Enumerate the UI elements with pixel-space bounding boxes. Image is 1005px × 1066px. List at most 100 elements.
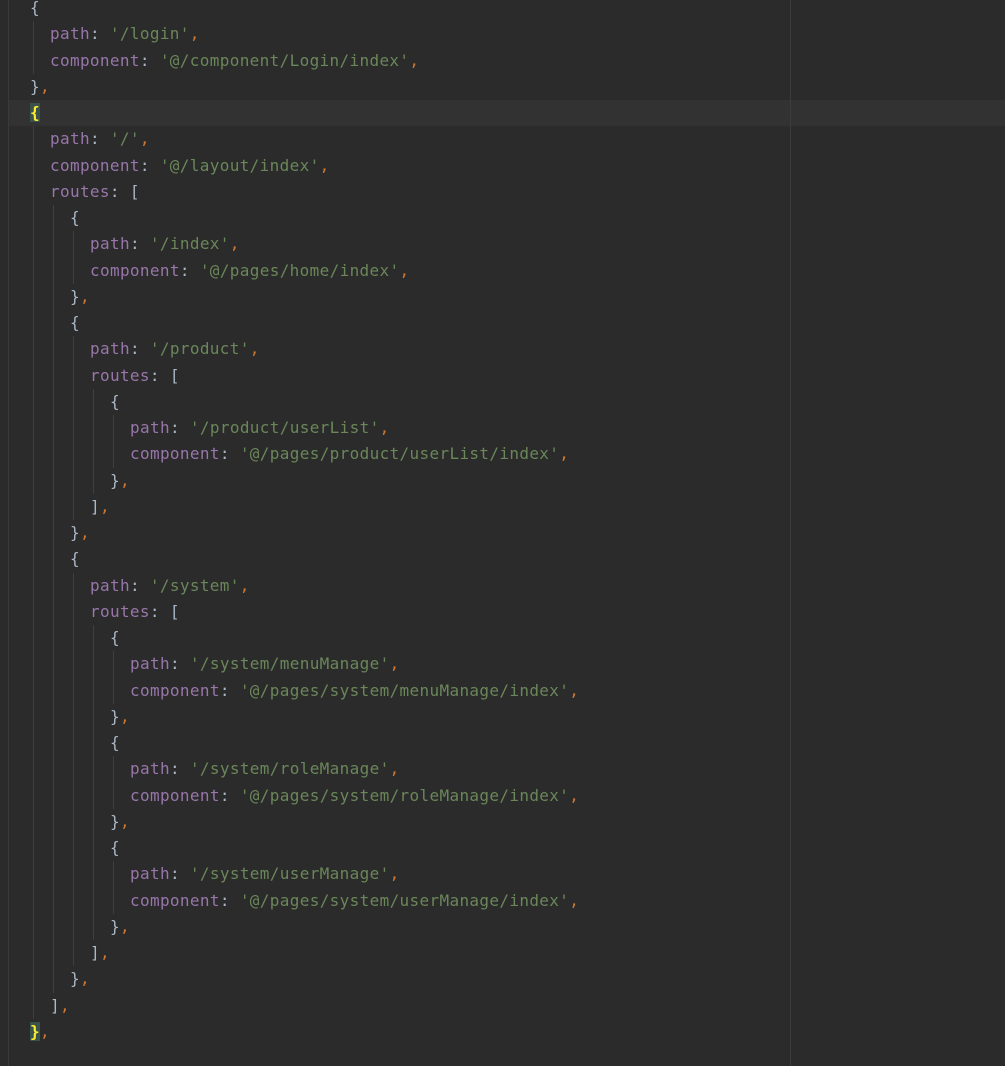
comma: ,	[79, 286, 90, 306]
code-line[interactable]: path: '/login',	[50, 21, 200, 47]
comma: ,	[99, 496, 110, 516]
bracket: }	[70, 286, 80, 306]
code-line[interactable]: {	[110, 389, 120, 415]
code-line[interactable]: },	[110, 704, 130, 730]
code-line[interactable]: component: '@/pages/system/menuManage/in…	[130, 678, 579, 704]
property-key: routes	[90, 601, 150, 621]
code-line[interactable]: component: '@/pages/product/userList/ind…	[130, 441, 569, 467]
code-line[interactable]: },	[30, 1019, 50, 1045]
property-key: path	[130, 759, 170, 779]
code-line[interactable]: component: '@/component/Login/index',	[50, 48, 419, 74]
punctuation: :	[129, 575, 150, 595]
string-literal: '/login'	[109, 24, 190, 44]
bracket: [	[169, 365, 180, 385]
code-line[interactable]: {	[30, 100, 40, 126]
bracket: {	[110, 391, 120, 411]
code-line[interactable]: {	[110, 625, 120, 651]
right-margin-guide	[790, 0, 791, 1066]
code-line[interactable]: component: '@/layout/index',	[50, 153, 330, 179]
code-line[interactable]: component: '@/pages/system/roleManage/in…	[130, 783, 579, 809]
code-line[interactable]: {	[110, 730, 120, 756]
code-line[interactable]: {	[110, 835, 120, 861]
code-line[interactable]: {	[30, 0, 40, 21]
code-line[interactable]: path: '/system/menuManage',	[130, 651, 400, 677]
bracket: }	[70, 523, 80, 542]
comma: ,	[119, 916, 130, 936]
string-literal: '/index'	[149, 234, 230, 254]
code-line[interactable]: {	[70, 310, 80, 336]
indent-guide	[73, 231, 74, 284]
code-line[interactable]: path: '/system',	[90, 573, 250, 599]
code-line[interactable]: routes: [	[50, 179, 140, 205]
comma: ,	[399, 260, 410, 280]
indent-guide	[53, 205, 54, 993]
code-line[interactable]: },	[70, 284, 90, 310]
matched-brace: }	[30, 1021, 40, 1041]
indent-guide	[33, 126, 34, 1019]
property-key: component	[50, 50, 140, 70]
bracket: }	[110, 916, 120, 936]
comma: ,	[39, 76, 50, 96]
bracket: ]	[90, 496, 100, 516]
code-line[interactable]: path: '/',	[50, 126, 150, 152]
comma: ,	[559, 444, 570, 464]
code-line[interactable]: component: '@/pages/system/userManage/in…	[130, 888, 579, 914]
comma: ,	[379, 418, 390, 437]
code-line[interactable]: },	[110, 914, 130, 940]
string-literal: '/product'	[149, 339, 250, 359]
property-key: component	[130, 890, 220, 910]
code-editor[interactable]: {path: '/login', component: '@/component/…	[0, 0, 1005, 1066]
comma: ,	[389, 864, 400, 884]
property-key: path	[130, 864, 170, 884]
code-line[interactable]: ],	[90, 494, 110, 520]
code-line[interactable]: routes: [	[90, 363, 180, 389]
property-key: routes	[50, 181, 110, 201]
code-line[interactable]: path: '/index',	[90, 231, 240, 257]
punctuation: :	[89, 24, 110, 44]
punctuation: :	[169, 759, 190, 779]
code-line[interactable]: path: '/product/userList',	[130, 415, 390, 441]
bracket: }	[30, 76, 40, 96]
code-line[interactable]: path: '/product',	[90, 336, 260, 362]
string-literal: '@/pages/system/userManage/index'	[239, 890, 570, 910]
code-line[interactable]: {	[70, 546, 80, 572]
code-line[interactable]: ],	[50, 993, 70, 1019]
code-line[interactable]: },	[110, 809, 130, 835]
gutter-border	[8, 0, 9, 1066]
property-key: path	[50, 129, 90, 149]
code-line[interactable]: path: '/system/userManage',	[130, 861, 400, 887]
string-literal: '/system/roleManage'	[189, 759, 390, 779]
code-line[interactable]: {	[70, 205, 80, 231]
string-literal: '/system/userManage'	[189, 864, 390, 884]
code-line[interactable]: },	[70, 966, 90, 992]
bracket: }	[110, 706, 120, 726]
code-line[interactable]: routes: [	[90, 599, 180, 625]
comma: ,	[229, 234, 240, 254]
bracket: {	[110, 838, 120, 857]
comma: ,	[569, 680, 580, 700]
code-line[interactable]: },	[70, 520, 90, 546]
bracket: }	[70, 969, 80, 989]
punctuation: :	[109, 181, 130, 201]
string-literal: '@/pages/system/menuManage/index'	[239, 680, 570, 700]
string-literal: '@/pages/home/index'	[199, 260, 400, 280]
code-line[interactable]: },	[110, 468, 130, 494]
punctuation: :	[219, 444, 240, 464]
bracket: {	[70, 313, 80, 332]
string-literal: '/'	[109, 129, 140, 149]
property-key: component	[90, 260, 180, 280]
punctuation: :	[219, 890, 240, 910]
comma: ,	[239, 575, 250, 595]
current-line-highlight	[9, 100, 1005, 126]
property-key: component	[130, 444, 220, 464]
string-literal: '/product/userList'	[189, 418, 380, 437]
code-line[interactable]: path: '/system/roleManage',	[130, 756, 400, 782]
indent-guide	[73, 336, 74, 520]
indent-guide	[93, 625, 94, 940]
code-line[interactable]: ],	[90, 940, 110, 966]
punctuation: :	[129, 339, 150, 359]
bracket: {	[30, 0, 40, 17]
code-line[interactable]: component: '@/pages/home/index',	[90, 258, 409, 284]
code-line[interactable]: },	[30, 74, 50, 100]
bracket: }	[110, 470, 120, 490]
